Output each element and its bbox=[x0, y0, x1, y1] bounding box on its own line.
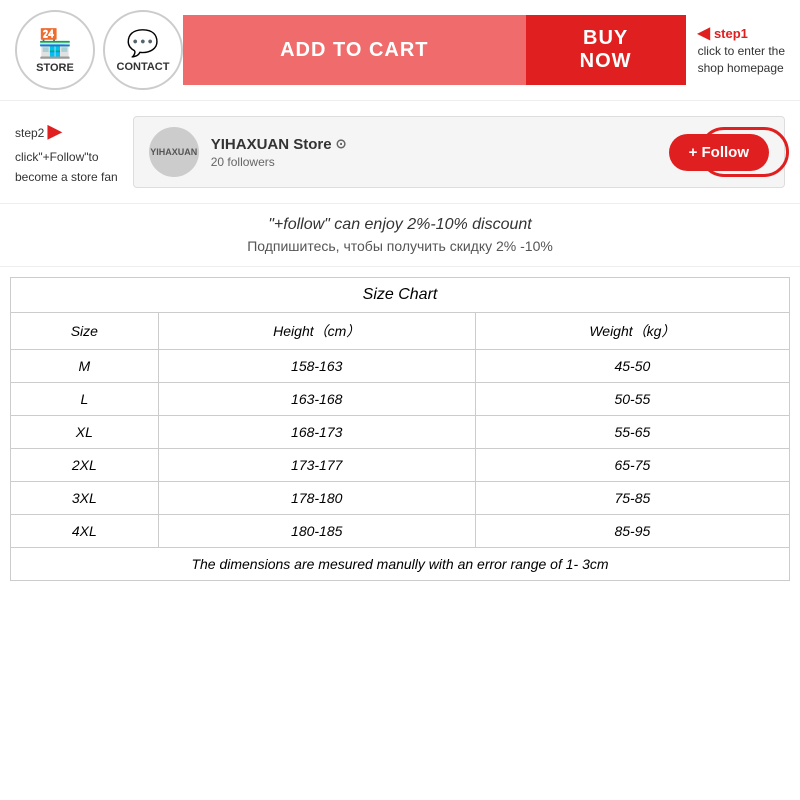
step2-label: step2 ▶ bbox=[15, 126, 62, 140]
store-info: YIHAXUAN Store ⊙ 20 followers bbox=[211, 136, 657, 169]
step1-arrow: ◀ step1 bbox=[698, 23, 748, 43]
discount-text: "+follow" can enjoy 2%-10% discount bbox=[15, 216, 785, 234]
contact-button[interactable]: 💬 CONTACT bbox=[103, 10, 183, 90]
table-cell: 50-55 bbox=[475, 383, 789, 416]
table-cell: 180-185 bbox=[158, 515, 475, 548]
step2-desc-line2: become a store fan bbox=[15, 170, 118, 184]
size-chart-note: The dimensions are mesured manully with … bbox=[11, 548, 790, 581]
table-cell: 168-173 bbox=[158, 416, 475, 449]
store-logo: YIHAXUAN bbox=[149, 127, 199, 177]
follow-button[interactable]: + Follow bbox=[669, 134, 769, 171]
col-header-weight: Weight（kg） bbox=[475, 313, 789, 350]
table-cell: 65-75 bbox=[475, 449, 789, 482]
step1-desc-line1: click to enter the bbox=[698, 44, 785, 58]
contact-label: CONTACT bbox=[117, 61, 170, 73]
table-cell: 158-163 bbox=[158, 350, 475, 383]
discount-section: "+follow" can enjoy 2%-10% discount Подп… bbox=[0, 203, 800, 266]
table-cell: L bbox=[11, 383, 159, 416]
col-header-size: Size bbox=[11, 313, 159, 350]
store-label: STORE bbox=[36, 62, 74, 74]
table-cell: 2XL bbox=[11, 449, 159, 482]
size-chart-table: Size Chart Size Height（cm） Weight（kg） M1… bbox=[10, 277, 790, 581]
col-header-height: Height（cm） bbox=[158, 313, 475, 350]
size-chart-section: Size Chart Size Height（cm） Weight（kg） M1… bbox=[0, 266, 800, 591]
step2-section: step2 ▶ click"+Follow"to become a store … bbox=[0, 101, 800, 203]
table-cell: 178-180 bbox=[158, 482, 475, 515]
step1-description: click to enter the shop homepage bbox=[698, 43, 785, 77]
size-chart-title: Size Chart bbox=[11, 278, 790, 313]
add-to-cart-button[interactable]: ADD TO CART bbox=[183, 15, 526, 85]
step1-label: step1 bbox=[714, 26, 748, 41]
step2-text: step2 ▶ click"+Follow"to become a store … bbox=[15, 116, 118, 187]
store-link-icon: ⊙ bbox=[336, 136, 347, 152]
table-cell: 4XL bbox=[11, 515, 159, 548]
arrow-right-icon: ▶ bbox=[48, 121, 62, 141]
store-followers: 20 followers bbox=[211, 155, 657, 169]
table-row: L163-16850-55 bbox=[11, 383, 790, 416]
table-row: XL168-17355-65 bbox=[11, 416, 790, 449]
table-row: 4XL180-18585-95 bbox=[11, 515, 790, 548]
arrow-left-icon: ◀ bbox=[698, 23, 710, 43]
store-banner: YIHAXUAN YIHAXUAN Store ⊙ 20 followers +… bbox=[133, 116, 785, 188]
store-icon: 🏪 bbox=[38, 27, 73, 60]
table-cell: XL bbox=[11, 416, 159, 449]
step1-info: ◀ step1 click to enter the shop homepage bbox=[698, 23, 785, 77]
table-cell: 3XL bbox=[11, 482, 159, 515]
table-cell: 75-85 bbox=[475, 482, 789, 515]
chat-icon: 💬 bbox=[127, 28, 159, 59]
store-button[interactable]: 🏪 STORE bbox=[15, 10, 95, 90]
discount-russian-text: Подпишитесь, чтобы получить скидку 2% -1… bbox=[15, 238, 785, 254]
table-row: 2XL173-17765-75 bbox=[11, 449, 790, 482]
table-cell: 173-177 bbox=[158, 449, 475, 482]
buy-now-button[interactable]: BUY NOW bbox=[526, 15, 686, 85]
table-cell: 55-65 bbox=[475, 416, 789, 449]
table-row: 3XL178-18075-85 bbox=[11, 482, 790, 515]
step1-desc-line2: shop homepage bbox=[698, 61, 784, 75]
table-row: M158-16345-50 bbox=[11, 350, 790, 383]
table-cell: 163-168 bbox=[158, 383, 475, 416]
table-cell: 85-95 bbox=[475, 515, 789, 548]
table-cell: M bbox=[11, 350, 159, 383]
top-section: 🏪 STORE 💬 CONTACT ADD TO CART BUY NOW ◀ … bbox=[0, 0, 800, 101]
table-cell: 45-50 bbox=[475, 350, 789, 383]
store-name: YIHAXUAN Store ⊙ bbox=[211, 136, 657, 153]
step2-desc-line1: click"+Follow"to bbox=[15, 150, 99, 164]
